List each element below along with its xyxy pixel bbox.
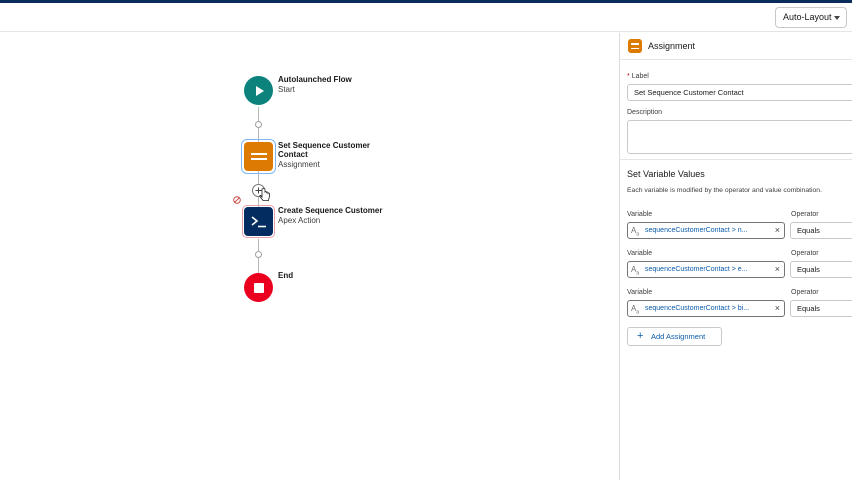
variable-pill[interactable]: Aa sequenceCustomerContact > n... ×	[627, 222, 785, 239]
label-caption-text: Label	[631, 73, 649, 80]
add-element-dot[interactable]	[255, 251, 262, 258]
canvas-toolbar: Auto-Layout	[0, 3, 852, 32]
section-title: Set Variable Values	[627, 169, 705, 179]
start-node-subtitle: Start	[278, 85, 295, 94]
clear-icon[interactable]: ×	[775, 301, 780, 316]
apex-node-subtitle: Apex Action	[278, 216, 321, 225]
text-type-icon: Aa	[631, 304, 640, 316]
add-assignment-button[interactable]: + Add Assignment	[627, 327, 722, 346]
description-caption: Description	[627, 109, 663, 116]
properties-panel: Assignment * Label Set Sequence Customer…	[619, 33, 852, 480]
section-divider	[620, 159, 852, 160]
variable-caption: Variable	[627, 250, 653, 257]
error-icon[interactable]	[233, 196, 241, 204]
operator-caption: Operator	[791, 250, 819, 257]
layout-mode-select[interactable]: Auto-Layout	[775, 7, 847, 28]
variable-value: sequenceCustomerContact > n...	[645, 227, 748, 234]
apex-terminal-icon	[251, 215, 266, 227]
start-node[interactable]	[244, 76, 273, 105]
variable-pill[interactable]: Aa sequenceCustomerContact > bi... ×	[627, 300, 785, 317]
text-type-icon: Aa	[631, 226, 640, 238]
variable-pill[interactable]: Aa sequenceCustomerContact > e... ×	[627, 261, 785, 278]
play-icon	[255, 85, 264, 96]
help-text: Each variable is modified by the operato…	[627, 187, 822, 194]
assignment-icon	[250, 152, 267, 160]
variable-value: sequenceCustomerContact > bi...	[645, 305, 750, 312]
stop-icon	[253, 282, 264, 293]
hand-cursor-icon	[259, 188, 270, 201]
label-input[interactable]: Set Sequence Customer Contact	[627, 84, 852, 101]
plus-icon: +	[637, 330, 644, 342]
chevron-down-icon	[834, 16, 840, 20]
assignment-node[interactable]	[244, 142, 273, 171]
label-caption: * Label	[627, 73, 649, 80]
operator-select[interactable]: Equals	[790, 261, 852, 278]
flow-canvas[interactable]: Autolaunched Flow Start Set Sequence Cus…	[0, 33, 619, 480]
apex-action-node[interactable]	[244, 207, 273, 236]
operator-caption: Operator	[791, 289, 819, 296]
add-element-dot[interactable]	[255, 121, 262, 128]
add-assignment-label: Add Assignment	[651, 332, 706, 341]
panel-header: Assignment	[620, 33, 852, 60]
operator-select[interactable]: Equals	[790, 300, 852, 317]
end-node-title: End	[278, 271, 294, 280]
variable-value: sequenceCustomerContact > e...	[645, 266, 748, 273]
assignment-icon	[628, 39, 642, 53]
variable-caption: Variable	[627, 289, 653, 296]
apex-node-title: Create Sequence Customer	[278, 206, 383, 215]
variable-caption: Variable	[627, 211, 653, 218]
clear-icon[interactable]: ×	[775, 223, 780, 238]
assignment-node-subtitle: Assignment	[278, 160, 320, 169]
assignment-node-title-line2: Contact	[278, 150, 308, 159]
panel-title: Assignment	[648, 41, 696, 51]
layout-mode-value: Auto-Layout	[783, 12, 832, 22]
clear-icon[interactable]: ×	[775, 262, 780, 277]
text-type-icon: Aa	[631, 265, 640, 277]
required-mark: *	[627, 73, 630, 80]
operator-select[interactable]: Equals	[790, 222, 852, 239]
operator-caption: Operator	[791, 211, 819, 218]
end-node[interactable]	[244, 273, 273, 302]
start-node-title: Autolaunched Flow	[278, 75, 352, 84]
description-textarea[interactable]	[627, 120, 852, 154]
